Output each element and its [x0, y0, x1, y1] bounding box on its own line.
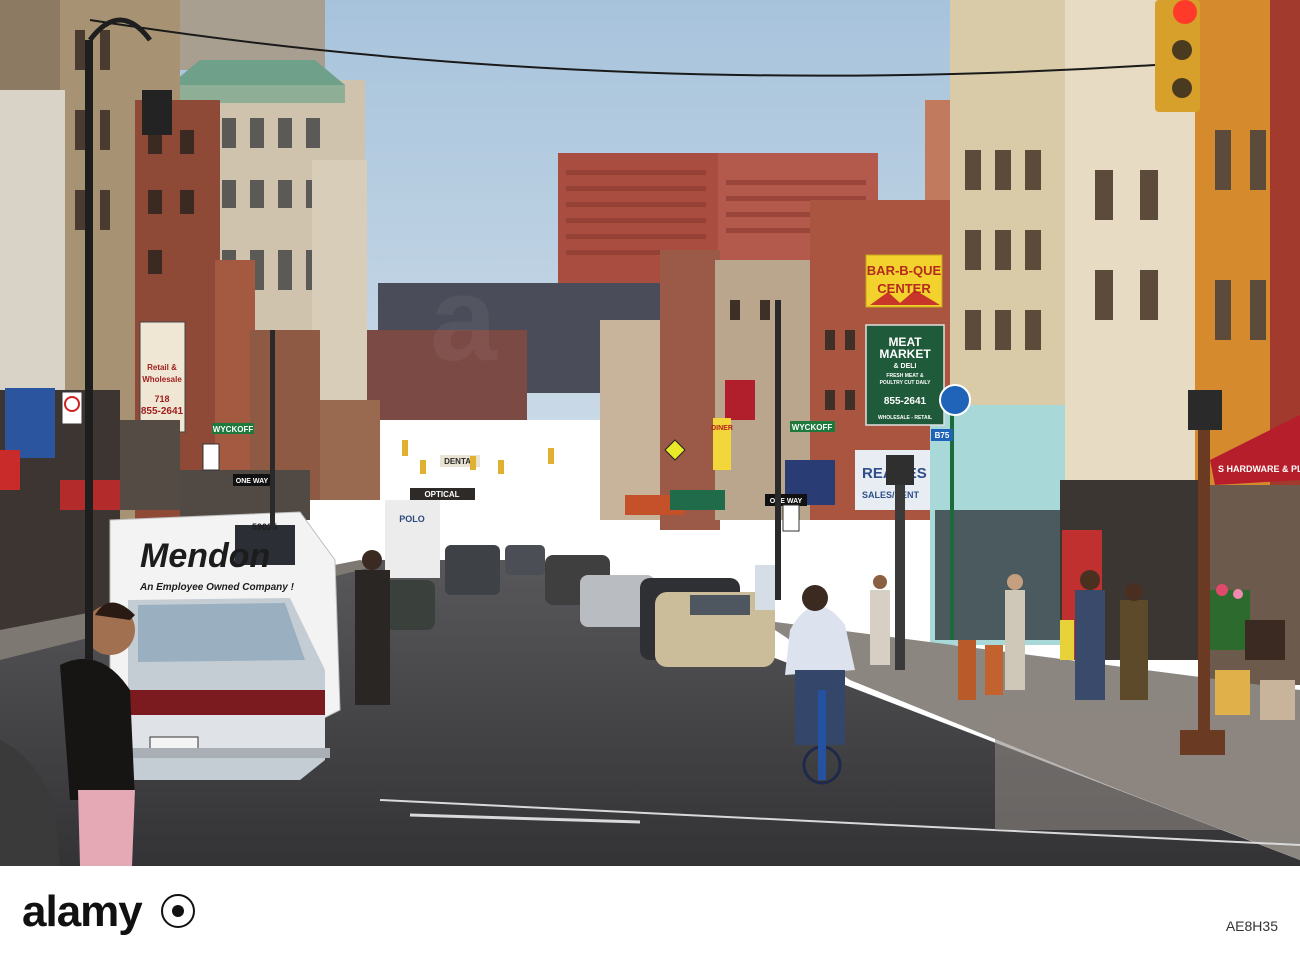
- alamy-logo-icon: [161, 894, 195, 928]
- dark-car-left: [385, 580, 435, 630]
- svg-text:OPTICAL: OPTICAL: [424, 490, 459, 499]
- svg-text:855-2641: 855-2641: [141, 406, 184, 417]
- svg-text:& DELI: & DELI: [894, 363, 917, 370]
- svg-text:MARKET: MARKET: [879, 347, 931, 361]
- svg-text:ONE WAY: ONE WAY: [770, 498, 803, 505]
- svg-text:855-2641: 855-2641: [884, 396, 927, 407]
- alamy-logo: alamy: [22, 887, 143, 936]
- svg-text:B75: B75: [935, 431, 950, 440]
- svg-text:POULTRY CUT DAILY: POULTRY CUT DAILY: [880, 380, 932, 386]
- left-meat-sign: Retail & Wholesale 718 855-2641: [139, 321, 186, 433]
- svg-text:718: 718: [154, 394, 169, 404]
- svg-text:SALES/RENT: SALES/RENT: [862, 490, 920, 500]
- svg-text:S HARDWARE & PLUMBING SUPPLIES: S HARDWARE & PLUMBING SUPPLIES: [1218, 464, 1300, 474]
- svg-text:WHOLESALE - RETAIL: WHOLESALE - RETAIL: [878, 415, 932, 421]
- svg-text:CENTER: CENTER: [877, 281, 931, 296]
- svg-text:DINER: DINER: [711, 425, 733, 432]
- svg-text:Mendon: Mendon: [140, 537, 270, 575]
- svg-text:Wholesale: Wholesale: [142, 375, 182, 384]
- svg-text:WYCKOFF: WYCKOFF: [792, 423, 833, 432]
- svg-text:POLO: POLO: [399, 514, 425, 524]
- street-photo: Retail & Wholesale 718 855-2641 S HARDWA…: [0, 0, 1300, 866]
- svg-text:FRESH MEAT &: FRESH MEAT &: [886, 373, 924, 379]
- meat-market-sign: MEAT MARKET & DELI FRESH MEAT & POULTRY …: [865, 324, 945, 426]
- svg-text:WYCKOFF: WYCKOFF: [213, 425, 254, 434]
- svg-text:Retail &: Retail &: [147, 363, 177, 372]
- silver-sedan: [120, 598, 330, 780]
- image-id: AE8H35: [1225, 918, 1278, 934]
- svg-text:An Employee Owned Company !: An Employee Owned Company !: [139, 582, 295, 593]
- barbeque-sign: BAR-B-QUE CENTER: [865, 254, 943, 308]
- diner-sign: DINER: [711, 418, 733, 470]
- svg-text:BAR-B-QUE: BAR-B-QUE: [867, 263, 942, 278]
- svg-text:ONE WAY: ONE WAY: [236, 478, 269, 485]
